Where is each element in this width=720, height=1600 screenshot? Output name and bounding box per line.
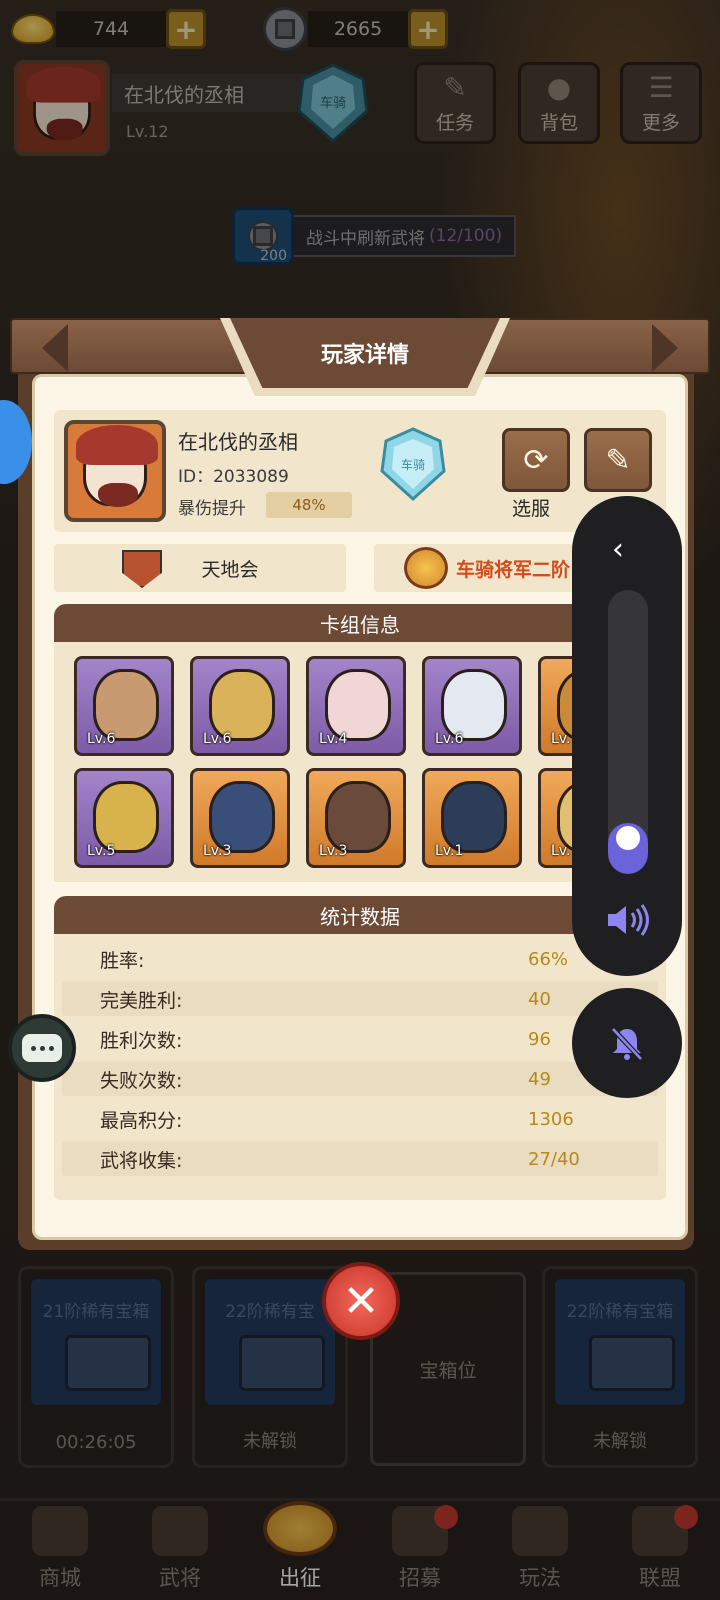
hero-card[interactable]: Lv.3 — [190, 768, 290, 868]
crit-value: 48% — [266, 492, 352, 518]
chevron-left-icon[interactable]: ‹ — [612, 532, 624, 567]
pencil-icon: ✎ — [605, 442, 631, 478]
stat-value: 1306 — [528, 1108, 574, 1130]
bell-off-icon — [611, 1027, 643, 1061]
hero-card[interactable]: Lv.6 — [422, 656, 522, 756]
refresh-icon: ⟳ — [523, 442, 549, 478]
hero-card[interactable]: Lv.6 — [190, 656, 290, 756]
dialog-title: 玩家详情 — [230, 318, 500, 388]
close-button[interactable]: ✕ — [322, 1262, 400, 1340]
guild-tile[interactable]: 天地会 — [54, 544, 346, 592]
stat-row: 胜率: 66% — [62, 942, 658, 976]
stat-row: 胜利次数: 96 — [62, 1022, 658, 1056]
switch-server-label: 选服 — [512, 498, 551, 520]
stat-value: 96 — [528, 1028, 551, 1050]
hero-level: Lv.1 — [435, 843, 464, 859]
stat-row: 武将收集: 27/40 — [62, 1142, 658, 1176]
stat-label: 完美胜利: — [100, 989, 183, 1012]
hero-level: Lv. — [551, 731, 571, 747]
hero-card[interactable]: Lv.5 — [74, 768, 174, 868]
stat-label: 胜率: — [100, 949, 145, 972]
stat-label: 胜利次数: — [100, 1029, 183, 1052]
mute-button[interactable] — [572, 988, 682, 1098]
stat-value: 27/40 — [528, 1148, 580, 1170]
title-badge-icon — [404, 547, 448, 589]
edit-profile-button[interactable]: ✎ — [584, 428, 652, 492]
hero-level: Lv.3 — [319, 843, 348, 859]
profile-avatar — [64, 420, 166, 522]
hero-level: Lv.6 — [203, 731, 232, 747]
stat-row: 最高积分: 1306 — [62, 1102, 658, 1136]
stat-label: 最高积分: — [100, 1109, 183, 1132]
guild-name: 天地会 — [201, 558, 259, 581]
profile-name: 在北伐的丞相 — [178, 430, 298, 454]
hero-card[interactable]: Lv.4 — [306, 656, 406, 756]
volume-knob[interactable] — [616, 826, 640, 850]
speaker-icon[interactable] — [604, 900, 654, 940]
hero-card[interactable]: Lv.6 — [74, 656, 174, 756]
stat-value: 40 — [528, 988, 551, 1010]
rank-badge-text: 车骑 — [401, 457, 425, 472]
chat-icon — [22, 1034, 62, 1062]
stat-label: 失败次数: — [100, 1069, 183, 1092]
stat-value: 66% — [528, 948, 569, 970]
stat-label: 武将收集: — [100, 1149, 183, 1172]
stat-row: 完美胜利: 40 — [62, 982, 658, 1016]
hero-level: Lv.5 — [87, 843, 116, 859]
profile-id: ID：2033089 — [178, 467, 289, 487]
stat-value: 49 — [528, 1068, 551, 1090]
title-name: 车骑将军二阶 — [456, 558, 571, 581]
hero-card[interactable]: Lv.1 — [422, 768, 522, 868]
stat-row: 失败次数: 49 — [62, 1062, 658, 1096]
close-icon: ✕ — [342, 1275, 380, 1327]
hero-level: Lv.3 — [203, 843, 232, 859]
rank-badge-icon: 车骑 — [374, 424, 452, 504]
chat-button[interactable] — [8, 1014, 76, 1082]
hero-level: Lv.4 — [319, 731, 348, 747]
crit-label: 暴伤提升 — [178, 499, 246, 519]
hero-card[interactable]: Lv.3 — [306, 768, 406, 868]
switch-server-button[interactable]: ⟳ — [502, 428, 570, 492]
hero-level: Lv.6 — [87, 731, 116, 747]
hero-level: Lv.6 — [435, 731, 464, 747]
hero-level: Lv. — [551, 843, 571, 859]
